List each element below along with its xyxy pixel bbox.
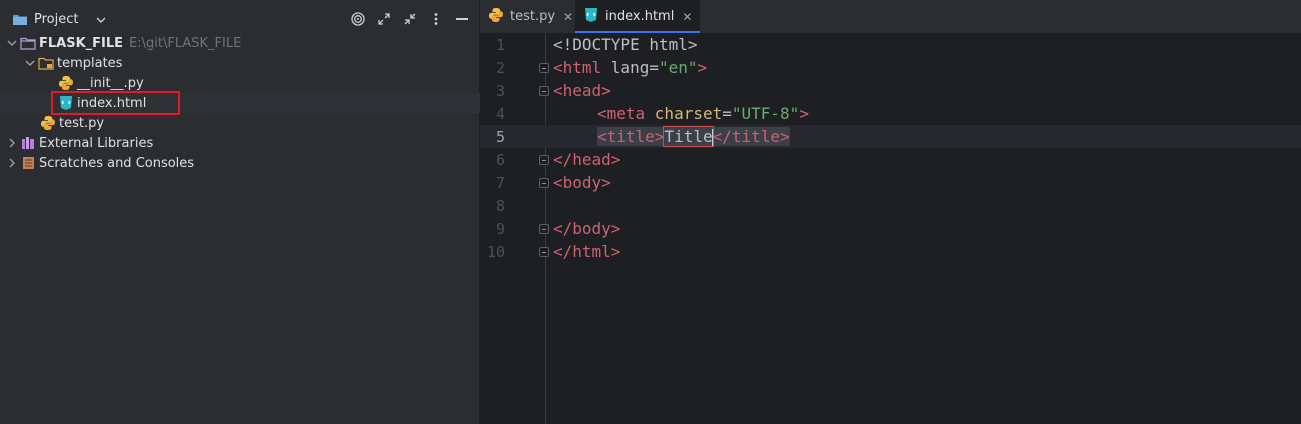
line-number: 1 xyxy=(495,35,505,54)
code-line[interactable]: 3 <head> xyxy=(480,79,1301,102)
tree-item-label: templates xyxy=(57,55,123,71)
code-text: </html> xyxy=(553,242,621,261)
folder-icon xyxy=(20,35,36,51)
code-line[interactable]: 4 <meta charset="UTF-8"> xyxy=(480,102,1301,125)
line-number: 7 xyxy=(495,173,505,192)
scratches-icon xyxy=(20,155,36,171)
tree-item-label: test.py xyxy=(59,115,105,131)
python-icon xyxy=(488,7,504,27)
tab-label: test.py xyxy=(510,9,556,24)
tree-item-templates[interactable]: templates xyxy=(0,53,501,73)
code-line[interactable]: 1 <!DOCTYPE html> xyxy=(480,33,1301,56)
code-text: <title>Title</title> xyxy=(597,126,790,147)
library-icon xyxy=(20,135,36,151)
fold-marker-icon[interactable] xyxy=(539,154,549,165)
annotation-highlight-box xyxy=(51,91,180,115)
line-number: 6 xyxy=(495,150,505,169)
templates-folder-icon xyxy=(38,55,54,71)
chevron-right-icon[interactable] xyxy=(4,155,20,171)
editor-panel: test.py ✕ index.html ✕ 1 <!DOCTYPE html>… xyxy=(480,0,1301,424)
tree-item-label: External Libraries xyxy=(39,135,154,151)
chevron-down-icon[interactable] xyxy=(22,55,38,71)
tab-index-html[interactable]: index.html ✕ xyxy=(575,0,701,33)
close-icon[interactable]: ✕ xyxy=(682,10,692,24)
code-text: <meta charset="UTF-8"> xyxy=(597,104,809,123)
chevron-down-icon xyxy=(96,12,106,27)
python-icon xyxy=(40,115,56,131)
collapse-all-icon[interactable] xyxy=(399,10,421,28)
chevron-right-icon[interactable] xyxy=(4,135,20,151)
code-text: <body> xyxy=(553,173,611,192)
project-panel: Project FLASK_FILE E:\git\FLASK_FILE tem… xyxy=(0,0,537,424)
tree-item-external-libraries[interactable]: External Libraries xyxy=(0,133,483,153)
fold-marker-icon[interactable] xyxy=(539,62,549,73)
tree-item-label: FLASK_FILE xyxy=(39,35,124,51)
line-number: 3 xyxy=(495,81,505,100)
tree-item-flask-file[interactable]: FLASK_FILE E:\git\FLASK_FILE xyxy=(0,33,483,53)
code-line[interactable]: 9 </body> xyxy=(480,217,1301,240)
fold-marker-icon[interactable] xyxy=(539,246,549,257)
code-line[interactable]: 10 </html> xyxy=(480,240,1301,263)
line-number: 10 xyxy=(486,242,505,261)
code-line-current[interactable]: 5 <title>Title</title> xyxy=(480,125,1301,148)
code-editor[interactable]: 1 <!DOCTYPE html> 2 <html lang="en"> 3 <… xyxy=(480,33,1301,424)
tab-label: index.html xyxy=(605,9,675,24)
code-line[interactable]: 6 </head> xyxy=(480,148,1301,171)
fold-marker-icon[interactable] xyxy=(539,223,549,234)
tree-item-scratches[interactable]: Scratches and Consoles xyxy=(0,153,483,173)
tree-item-test-py[interactable]: test.py xyxy=(0,113,519,133)
selected-text: Title xyxy=(663,126,714,147)
project-folder-icon xyxy=(12,13,28,25)
code-text: <html lang="en"> xyxy=(553,58,708,77)
project-title: Project xyxy=(34,11,79,27)
code-text: <head> xyxy=(553,81,611,100)
more-options-icon[interactable] xyxy=(425,10,447,28)
close-icon[interactable]: ✕ xyxy=(563,10,573,24)
line-number: 4 xyxy=(495,104,505,123)
tree-item-path: E:\git\FLASK_FILE xyxy=(129,35,242,51)
minimize-icon[interactable] xyxy=(451,10,473,28)
expand-all-icon[interactable] xyxy=(373,10,395,28)
fold-marker-icon[interactable] xyxy=(539,85,549,96)
line-number: 5 xyxy=(495,127,505,146)
fold-marker-icon[interactable] xyxy=(539,177,549,188)
html-icon xyxy=(583,7,599,27)
code-text: <!DOCTYPE html> xyxy=(553,35,698,54)
line-number: 2 xyxy=(495,58,505,77)
tree-item-init-py[interactable]: __init__.py xyxy=(0,73,537,93)
line-number: 9 xyxy=(495,219,505,238)
code-line[interactable]: 2 <html lang="en"> xyxy=(480,56,1301,79)
tab-bar: test.py ✕ index.html ✕ xyxy=(480,0,1301,34)
tree-item-label: Scratches and Consoles xyxy=(39,155,195,171)
tree-item-label: __init__.py xyxy=(77,75,144,91)
code-text: </head> xyxy=(553,150,621,169)
code-line[interactable]: 8 xyxy=(480,194,1301,217)
code-text: </body> xyxy=(553,219,621,238)
code-line[interactable]: 7 <body> xyxy=(480,171,1301,194)
project-view-selector[interactable]: Project xyxy=(12,10,106,28)
chevron-down-icon[interactable] xyxy=(4,35,20,51)
python-icon xyxy=(58,75,74,91)
locate-target-icon[interactable] xyxy=(347,10,369,28)
line-number: 8 xyxy=(495,196,505,215)
tab-test-py[interactable]: test.py ✕ xyxy=(480,0,581,33)
